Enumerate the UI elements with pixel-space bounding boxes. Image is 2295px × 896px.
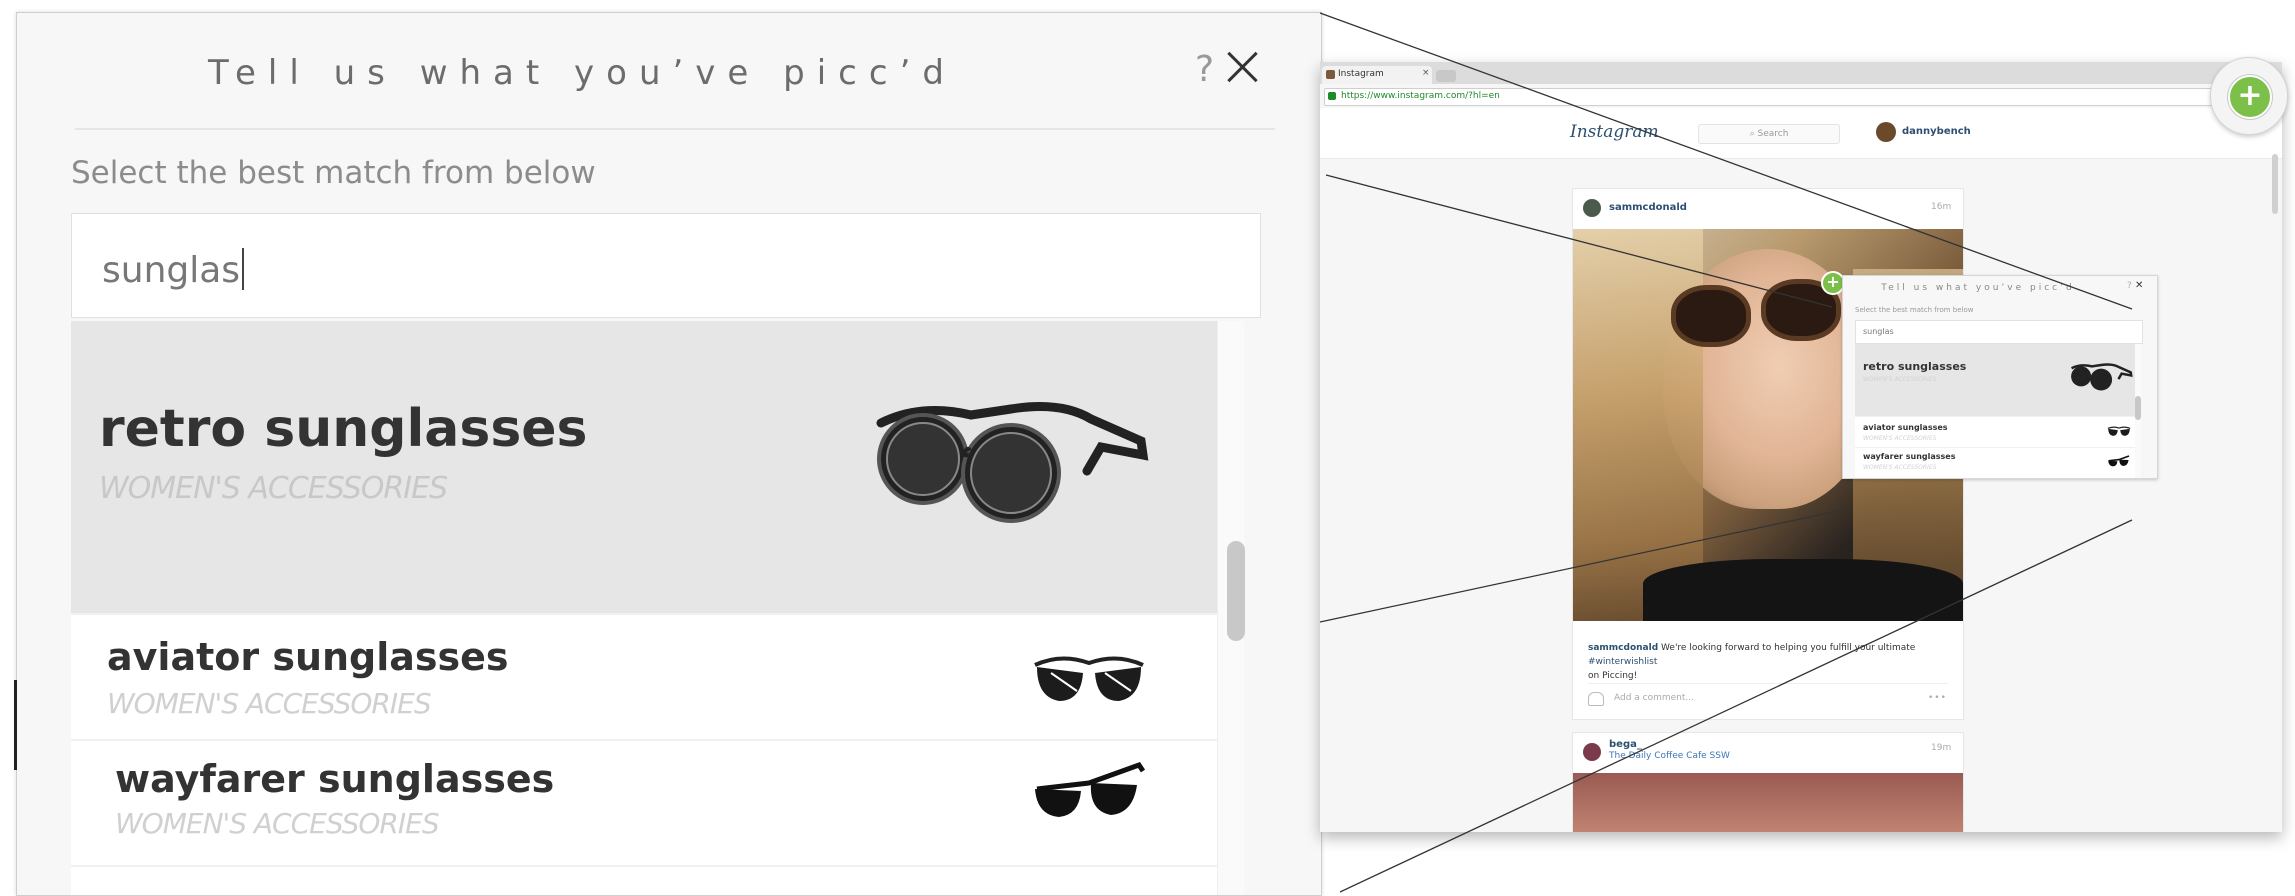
zoom-connector-lines bbox=[1319, 12, 2133, 893]
zoom-line bbox=[1325, 174, 1833, 308]
picc-extension-button[interactable]: + bbox=[2210, 57, 2288, 135]
zoom-line bbox=[1339, 519, 2133, 893]
plus-icon: + bbox=[2228, 75, 2272, 119]
zoom-line bbox=[1319, 12, 2133, 310]
zoom-line bbox=[1319, 509, 1843, 623]
